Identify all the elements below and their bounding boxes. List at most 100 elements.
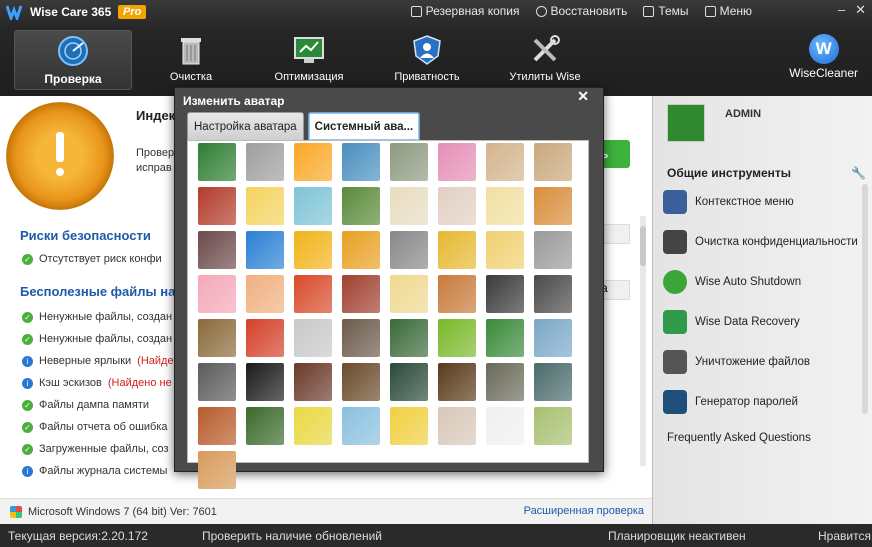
lemur-avatar[interactable]	[198, 319, 236, 357]
blonde-avatar[interactable]	[390, 275, 428, 313]
risk-rows: ✓ Отсутствует риск конфи	[22, 248, 162, 270]
faq-link[interactable]: Frequently Asked Questions	[667, 432, 811, 444]
section-junk-files: Бесполезные файлы на	[20, 284, 176, 299]
themes-label: Темы	[658, 4, 689, 18]
giraffe-avatar[interactable]	[294, 231, 332, 269]
tab-utilities[interactable]: Утилиты Wise	[486, 30, 604, 90]
frog-avatar[interactable]	[246, 319, 284, 357]
backup-link[interactable]: Резервная копия	[410, 4, 520, 18]
tool-data-recovery[interactable]: Wise Data Recovery	[663, 307, 800, 337]
row-text: Файлы журнала системы	[39, 465, 168, 477]
canyon-avatar[interactable]	[198, 407, 236, 445]
jellyfish-avatar[interactable]	[342, 407, 380, 445]
tool-privacy-clean[interactable]: Очистка конфиденциальности	[663, 227, 858, 257]
tab-system-avatars[interactable]: Системный ава...	[307, 112, 421, 140]
avatar[interactable]	[667, 104, 705, 142]
pirate-avatar[interactable]	[198, 143, 236, 181]
ribbons-avatar[interactable]	[246, 407, 284, 445]
like-link[interactable]: Нравится	[818, 529, 871, 543]
close-button[interactable]: ✕	[855, 2, 866, 18]
android-avatar[interactable]	[534, 363, 572, 401]
advanced-check-link[interactable]: Расширенная проверка	[524, 505, 644, 517]
mouse-avatar[interactable]	[438, 187, 476, 225]
junk-button[interactable]: а	[600, 280, 630, 300]
tool-context-menu[interactable]: Контекстное меню	[663, 187, 794, 217]
lemon-avatar[interactable]	[246, 187, 284, 225]
snowdrop-avatar[interactable]	[342, 187, 380, 225]
fractal-avatar[interactable]	[294, 363, 332, 401]
duck-avatar[interactable]	[486, 187, 524, 225]
space-avatar[interactable]	[246, 363, 284, 401]
sunhat-avatar[interactable]	[390, 187, 428, 225]
tab-check[interactable]: Проверка	[14, 30, 132, 90]
minimize-button[interactable]: –	[838, 2, 845, 18]
planet-avatar[interactable]	[438, 363, 476, 401]
cake-avatar[interactable]	[534, 143, 572, 181]
lion-cartoon-avatar[interactable]	[342, 231, 380, 269]
pig-avatar[interactable]	[198, 275, 236, 313]
submarine-avatar[interactable]	[390, 407, 428, 445]
horse-avatar[interactable]	[342, 319, 380, 357]
tool-auto-shutdown[interactable]: Wise Auto Shutdown	[663, 267, 801, 297]
girl-avatar[interactable]	[438, 275, 476, 313]
tool-password-generator[interactable]: Генератор паролей	[663, 387, 798, 417]
pots-avatar[interactable]	[486, 143, 524, 181]
restore-link[interactable]: Восстановить	[535, 4, 627, 18]
tab-clean[interactable]: Очистка	[132, 30, 250, 90]
kitten-avatar[interactable]	[438, 407, 476, 445]
swan-avatar[interactable]	[534, 319, 572, 357]
menu-link[interactable]: Меню	[704, 4, 752, 18]
wisecleaner-logo[interactable]: W WiseCleaner	[789, 34, 858, 80]
bulldog-avatar[interactable]	[294, 319, 332, 357]
lion-avatar[interactable]	[438, 231, 476, 269]
bearded-man-avatar[interactable]	[534, 275, 572, 313]
robot-dog-avatar[interactable]	[198, 363, 236, 401]
check-updates-link[interactable]: Проверить наличие обновлений	[202, 529, 382, 543]
chair-avatar[interactable]	[294, 187, 332, 225]
tab-privacy-label: Приватность	[394, 71, 460, 83]
cactus-avatar[interactable]	[294, 407, 332, 445]
brunette-avatar[interactable]	[342, 275, 380, 313]
check-icon: ✓	[22, 311, 33, 323]
ufo-avatar[interactable]	[390, 363, 428, 401]
clouds-avatar[interactable]	[390, 143, 428, 181]
cat-cartoon-avatar[interactable]	[486, 231, 524, 269]
tab-avatar-settings[interactable]: Настройка аватара	[187, 112, 304, 140]
landscape-avatar[interactable]	[342, 143, 380, 181]
dahlia-avatar[interactable]	[438, 143, 476, 181]
scrollbar-thumb[interactable]	[640, 226, 646, 266]
chameleon-avatar[interactable]	[438, 319, 476, 357]
penguin-avatar[interactable]	[246, 231, 284, 269]
tea-avatar[interactable]	[198, 187, 236, 225]
hidden-button[interactable]	[600, 224, 630, 244]
redhead-girl-avatar[interactable]	[294, 275, 332, 313]
parrots-avatar[interactable]	[486, 319, 524, 357]
tab-optimize[interactable]: Оптимизация	[250, 30, 368, 90]
dandelion-avatar[interactable]	[534, 407, 572, 445]
themes-link[interactable]: Темы	[643, 4, 689, 18]
dialog-title: Изменить аватар	[183, 94, 285, 108]
zebra-avatar[interactable]	[390, 231, 428, 269]
index-title: Индек	[136, 108, 176, 123]
elephant-avatar[interactable]	[534, 231, 572, 269]
scheduler-status[interactable]: Планировщик неактивен	[608, 529, 746, 543]
flower-avatar[interactable]	[294, 143, 332, 181]
panda-avatar[interactable]	[390, 319, 428, 357]
shell-avatar[interactable]	[198, 451, 236, 489]
man-avatar[interactable]	[486, 275, 524, 313]
sidebar-scrollbar[interactable]	[862, 184, 868, 414]
sculpture-avatar[interactable]	[342, 363, 380, 401]
tool-file-shredder[interactable]: Уничтожение файлов	[663, 347, 810, 377]
puppy-avatar[interactable]	[534, 187, 572, 225]
spider-avatar[interactable]	[486, 407, 524, 445]
temple-avatar[interactable]	[246, 143, 284, 181]
main-scrollbar[interactable]	[640, 216, 646, 466]
dialog-close-button[interactable]: ✕	[577, 88, 589, 105]
list-item: i Кэш эскизов (Найдено не	[22, 372, 174, 394]
row-text: Ненужные файлы, создан	[39, 311, 173, 323]
boy-avatar[interactable]	[246, 275, 284, 313]
wrench-icon[interactable]: 🔧	[851, 166, 866, 180]
vulture-avatar[interactable]	[198, 231, 236, 269]
tab-privacy[interactable]: Приватность	[368, 30, 486, 90]
hands-avatar[interactable]	[486, 363, 524, 401]
